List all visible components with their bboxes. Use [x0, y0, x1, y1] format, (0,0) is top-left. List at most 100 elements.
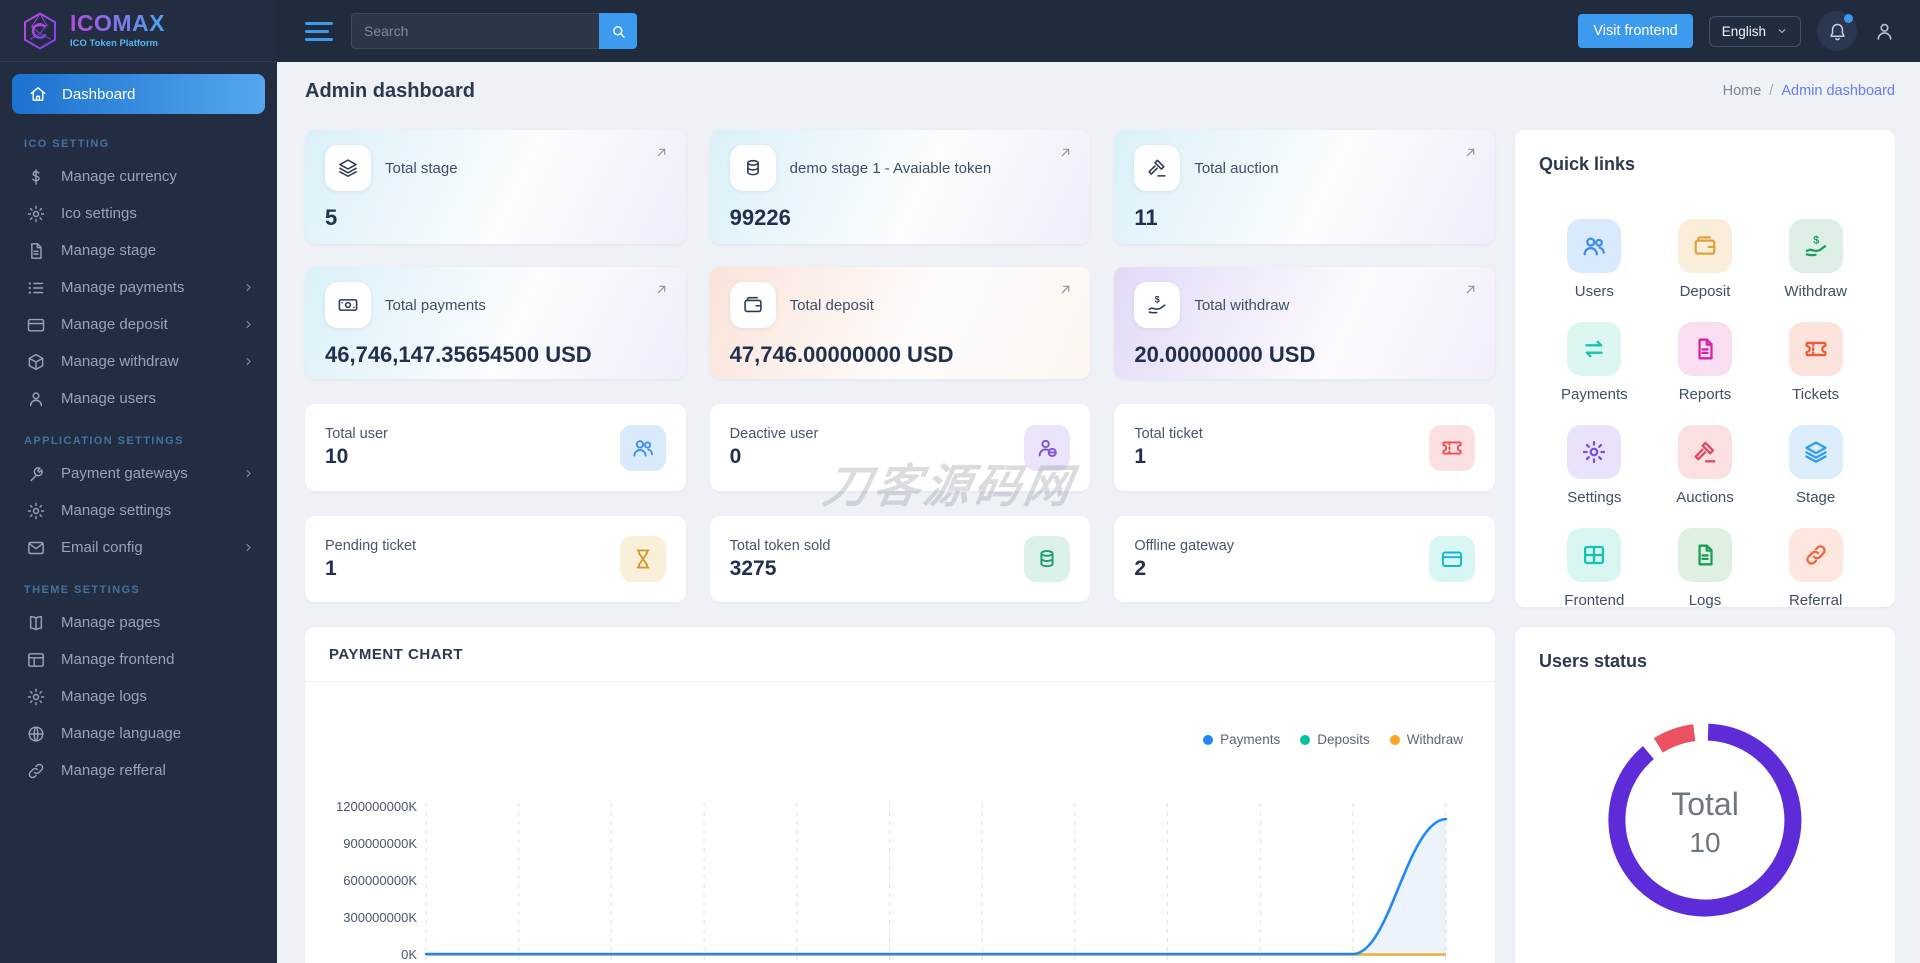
notification-badge: [1844, 14, 1853, 23]
sidebar-item-manage-pages[interactable]: Manage pages: [0, 604, 277, 641]
quick-link-referral[interactable]: Referral: [1760, 522, 1871, 615]
file-icon: [1677, 528, 1732, 582]
user-icon: [26, 389, 46, 409]
sidebar-item-manage-withdraw[interactable]: Manage withdraw: [0, 343, 277, 380]
stat-card-total-deposit[interactable]: Total deposit 47,746.00000000 USD: [709, 267, 1091, 379]
sidebar-item-manage-deposit[interactable]: Manage deposit: [0, 306, 277, 343]
stat-card-total-payments[interactable]: Total payments 46,746,147.35654500 USD: [305, 267, 686, 379]
chevron-right-icon: [242, 467, 255, 480]
quick-link-frontend[interactable]: Frontend: [1539, 522, 1650, 615]
quick-link-tickets[interactable]: Tickets: [1760, 316, 1871, 409]
sidebar-item-dashboard[interactable]: Dashboard: [12, 74, 265, 114]
quick-link-users[interactable]: Users: [1539, 213, 1650, 306]
svg-text:300000000K: 300000000K: [343, 910, 417, 925]
box-icon: [26, 352, 46, 372]
sidebar-item-payment-gateways[interactable]: Payment gateways: [0, 455, 277, 492]
visit-frontend-button[interactable]: Visit frontend: [1578, 14, 1693, 48]
sidebar-nav: Dashboard ICO SETTING Manage currency Ic…: [0, 62, 277, 789]
quick-link-settings[interactable]: Settings: [1539, 419, 1650, 512]
bell-icon: [1827, 21, 1848, 42]
chevron-right-icon: [242, 281, 255, 294]
quick-link-reports[interactable]: Reports: [1650, 316, 1761, 409]
quick-link-logs[interactable]: Logs: [1650, 522, 1761, 615]
coins-icon: [729, 145, 776, 191]
ticket-icon: [1788, 322, 1843, 376]
users-status-title: Users status: [1539, 651, 1648, 671]
hand-dollar-icon: [1134, 282, 1181, 328]
link-icon: [1788, 528, 1843, 582]
sidebar-item-manage-currency[interactable]: Manage currency: [0, 158, 277, 195]
file-icon: [26, 241, 46, 261]
dollar-icon: [26, 167, 46, 187]
breadcrumb: Home / Admin dashboard: [1723, 83, 1895, 99]
mini-card-total-token-sold: Total token sold 3275: [709, 516, 1091, 602]
stat-card-available-token[interactable]: demo stage 1 - Avaiable token 99226: [709, 130, 1091, 244]
chevron-right-icon: [242, 541, 255, 554]
gear-icon: [26, 687, 46, 707]
link-icon: [26, 761, 46, 781]
arrow-up-right-icon: [1462, 281, 1479, 298]
stat-value: 47,746.00000000 USD: [729, 342, 954, 367]
layers-icon: [1788, 425, 1843, 479]
sidebar-item-email-config[interactable]: Email config: [0, 529, 277, 566]
chevron-right-icon: [242, 318, 255, 331]
sidebar-item-ico-settings[interactable]: Ico settings: [0, 195, 277, 232]
quick-link-deposit[interactable]: Deposit: [1650, 213, 1761, 306]
sidebar: ICOMAX ICO Token Platform Dashboard ICO …: [0, 0, 277, 963]
hamburger-menu-icon[interactable]: [305, 21, 333, 41]
payment-chart-panel: PAYMENT CHART Payments Deposits Withdraw: [305, 627, 1495, 963]
main-content: 刀客源码网 Admin dashboard Home / Admin dashb…: [277, 62, 1920, 963]
stat-value: 11: [1134, 205, 1158, 230]
svg-text:1200000000K: 1200000000K: [336, 799, 417, 814]
gavel-icon: [1677, 425, 1732, 479]
list-icon: [26, 278, 46, 298]
sidebar-item-manage-language[interactable]: Manage language: [0, 715, 277, 752]
profile-button[interactable]: [1873, 20, 1896, 43]
legend-deposits[interactable]: Deposits: [1300, 732, 1370, 747]
quick-link-auctions[interactable]: Auctions: [1650, 419, 1761, 512]
svg-text:900000000K: 900000000K: [343, 836, 417, 851]
sidebar-item-manage-payments[interactable]: Manage payments: [0, 269, 277, 306]
users-status-donut-chart: Total 10: [1593, 708, 1817, 937]
breadcrumb-separator: /: [1769, 83, 1774, 99]
arrow-up-right-icon: [1462, 144, 1479, 161]
stat-value: 5: [325, 205, 338, 230]
sidebar-item-manage-users[interactable]: Manage users: [0, 380, 277, 417]
gavel-icon: [1134, 145, 1181, 191]
hand-dollar-icon: [1788, 219, 1843, 273]
coins-icon: [1024, 536, 1071, 582]
stat-card-total-stage[interactable]: Total stage 5: [305, 130, 686, 244]
globe-icon: [26, 724, 46, 744]
quick-links-title: Quick links: [1539, 154, 1636, 174]
sidebar-item-manage-refferal[interactable]: Manage refferal: [0, 752, 277, 789]
stat-value: 99226: [729, 205, 791, 230]
breadcrumb-current: Admin dashboard: [1781, 83, 1895, 99]
user-icon: [1873, 20, 1896, 43]
brand[interactable]: ICOMAX ICO Token Platform: [0, 0, 277, 62]
language-select[interactable]: English: [1708, 15, 1801, 47]
search-input[interactable]: [351, 13, 599, 49]
home-icon: [28, 84, 48, 104]
search-button[interactable]: [599, 13, 637, 49]
stat-card-total-auction[interactable]: Total auction 11: [1114, 130, 1495, 244]
arrow-up-right-icon: [1057, 144, 1074, 161]
quick-link-withdraw[interactable]: Withdraw: [1760, 213, 1871, 306]
mini-card-deactive-user: Deactive user 0: [709, 404, 1091, 491]
gear-icon: [26, 501, 46, 521]
stat-value: 46,746,147.35654500 USD: [325, 342, 592, 367]
quick-links-panel: Quick links Users Deposit Withdraw Payme…: [1515, 130, 1895, 609]
gear-icon: [26, 204, 46, 224]
quick-link-payments[interactable]: Payments: [1539, 316, 1650, 409]
layers-icon: [325, 145, 371, 191]
topbar: Visit frontend English: [277, 0, 1920, 62]
legend-payments[interactable]: Payments: [1203, 732, 1280, 747]
sidebar-item-manage-stage[interactable]: Manage stage: [0, 232, 277, 269]
sidebar-item-manage-logs[interactable]: Manage logs: [0, 678, 277, 715]
sidebar-item-manage-frontend[interactable]: Manage frontend: [0, 641, 277, 678]
notifications-button[interactable]: [1817, 11, 1857, 51]
quick-link-stage[interactable]: Stage: [1760, 419, 1871, 512]
sidebar-item-manage-settings[interactable]: Manage settings: [0, 492, 277, 529]
breadcrumb-home-link[interactable]: Home: [1723, 83, 1762, 99]
stat-card-total-withdraw[interactable]: Total withdraw 20.00000000 USD: [1114, 267, 1495, 379]
legend-withdraw[interactable]: Withdraw: [1389, 732, 1463, 747]
